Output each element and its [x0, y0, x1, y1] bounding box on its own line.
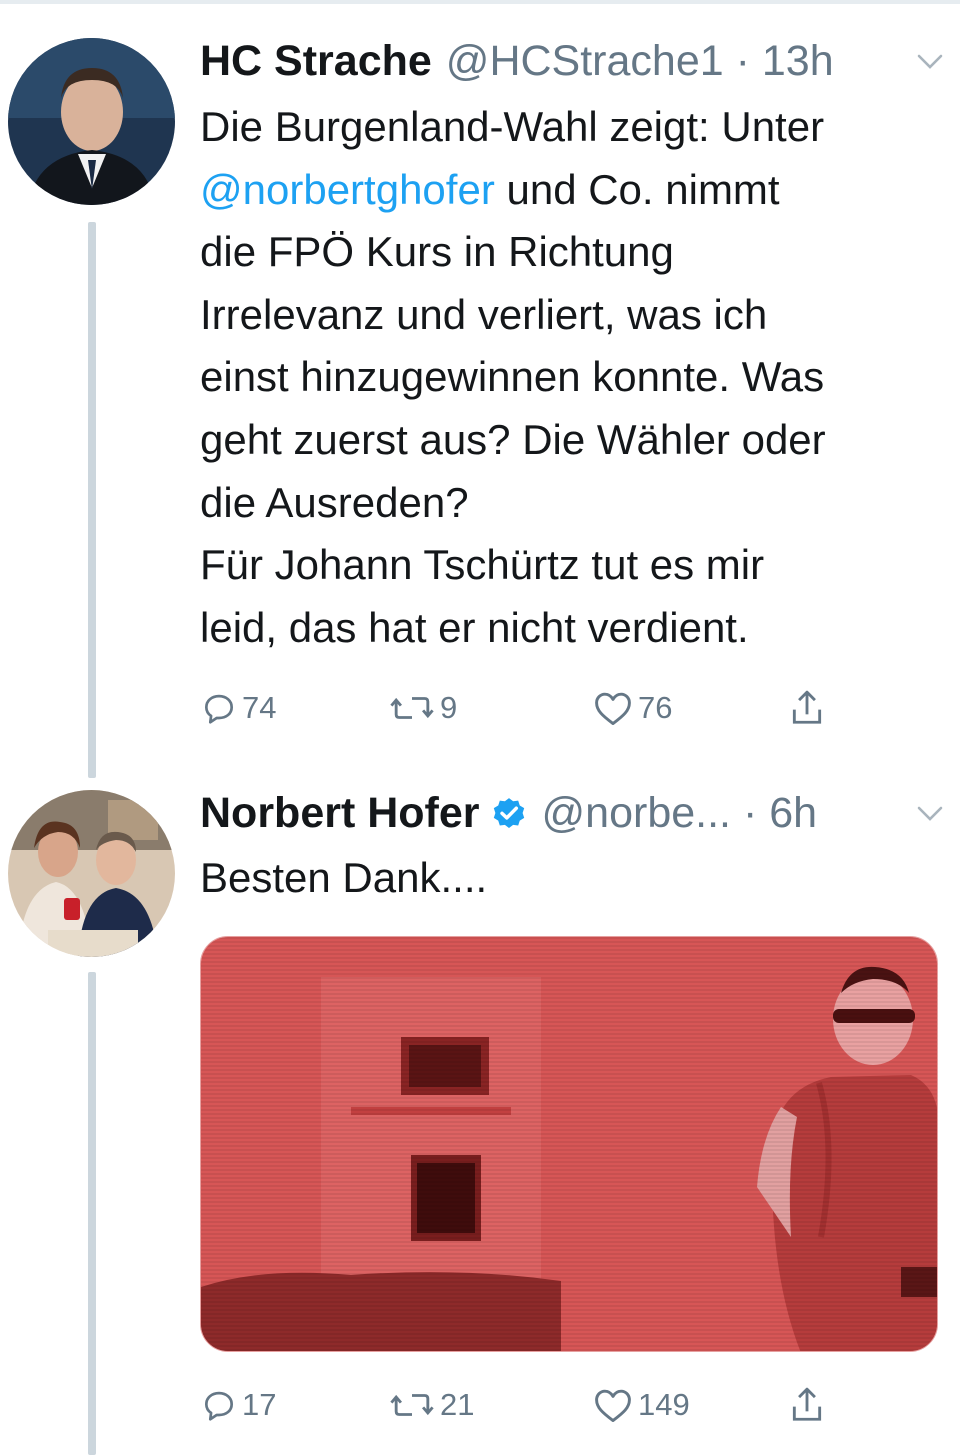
reply-icon: [204, 694, 234, 724]
thread-line: [88, 972, 96, 1455]
heart-icon: [595, 692, 631, 726]
display-name[interactable]: Norbert Hofer: [200, 788, 480, 838]
text-line: @norbertghofer und Co. nimmt: [200, 165, 780, 213]
retweet-count: 21: [440, 1387, 475, 1422]
reply-button[interactable]: 74: [200, 683, 276, 733]
avatar-hcstrache[interactable]: [8, 38, 175, 205]
share-icon: [792, 1387, 822, 1421]
like-count: 76: [638, 690, 673, 725]
text-line: Für Johann Tschürtz tut es mir: [200, 541, 765, 589]
like-button[interactable]: 76: [592, 683, 672, 733]
share-button[interactable]: [788, 1380, 826, 1430]
share-icon: [792, 690, 822, 724]
tweet-actions: 17 21 149: [200, 1380, 840, 1430]
text-line: leid, das hat er nicht verdient.: [200, 603, 749, 651]
chevron-down-icon[interactable]: [917, 806, 943, 822]
tweet-media-photo[interactable]: [200, 936, 938, 1352]
thread-line: [88, 222, 96, 778]
mention-link[interactable]: @norbertghofer: [200, 166, 495, 213]
reply-count: 74: [242, 690, 277, 725]
handle-and-time[interactable]: @HCStrache1 · 13h: [446, 36, 834, 86]
tweet-text: Die Burgenland-Wahl zeigt: Unter @norber…: [200, 96, 950, 659]
like-button[interactable]: 149: [592, 1380, 690, 1430]
tweet-header: Norbert Hofer @norbe... · 6h: [200, 788, 817, 838]
share-button[interactable]: [788, 683, 826, 733]
retweet-icon: [390, 697, 434, 719]
handle-and-time[interactable]: @norbe... · 6h: [542, 788, 818, 838]
reply-count: 17: [242, 1387, 277, 1422]
reply-icon: [204, 1391, 234, 1421]
retweet-button[interactable]: 9: [388, 683, 457, 733]
text-line: Irrelevanz und verliert, was ich: [200, 290, 768, 338]
text-line: Die Burgenland-Wahl zeigt: Unter: [200, 103, 825, 150]
text-line: die Ausreden?: [200, 478, 469, 526]
tweet-text: Besten Dank....: [200, 847, 950, 910]
retweet-icon: [390, 1394, 434, 1416]
verified-badge-icon: [493, 798, 524, 829]
display-name[interactable]: HC Strache: [200, 36, 432, 86]
heart-icon: [595, 1389, 631, 1423]
tweet-header: HC Strache @HCStrache1 · 13h: [200, 36, 834, 86]
text-line: die FPÖ Kurs in Richtung: [200, 228, 674, 276]
reply-button[interactable]: 17: [200, 1380, 276, 1430]
text-line: Besten Dank....: [200, 854, 488, 901]
text-line: geht zuerst aus? Die Wähler oder: [200, 415, 826, 463]
retweet-button[interactable]: 21: [388, 1380, 474, 1430]
like-count: 149: [638, 1387, 690, 1422]
retweet-count: 9: [440, 690, 458, 725]
text-line: einst hinzugewinnen konnte. Was: [200, 353, 825, 401]
avatar-norbert-hofer[interactable]: [8, 790, 175, 957]
chevron-down-icon[interactable]: [917, 54, 943, 70]
tweet-actions: 74 9 76: [200, 683, 840, 733]
top-divider: [0, 0, 960, 4]
